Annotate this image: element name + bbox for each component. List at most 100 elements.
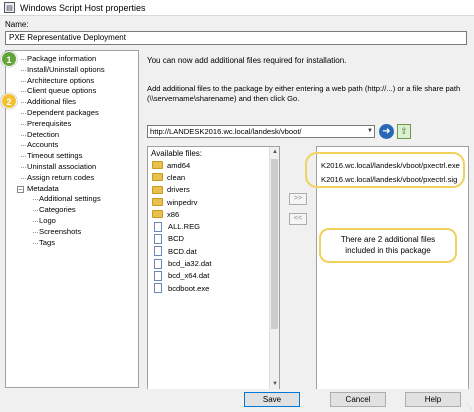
tree-item-dependent-packages[interactable]: Dependent packages	[6, 108, 138, 119]
tree-item-label: Package information	[27, 54, 97, 63]
tree-connector	[21, 123, 26, 125]
tree-item-timeout-settings[interactable]: Timeout settings	[6, 151, 138, 162]
scroll-thumb[interactable]	[271, 159, 278, 329]
folder-icon	[152, 185, 163, 194]
tree-connector	[33, 199, 38, 201]
file-name: BCD.dat	[168, 246, 197, 256]
tree-item-prerequisites[interactable]: Prerequisites	[6, 119, 138, 130]
dialog-footer	[0, 389, 474, 412]
tree-item-label: Assign return codes	[27, 172, 95, 182]
tree-connector	[21, 145, 26, 147]
tree-item-label: Additional files	[27, 97, 76, 107]
resize-grip-icon[interactable]: ⋱	[466, 403, 472, 410]
tree-connector	[21, 112, 26, 114]
callout-line-2: included in this package	[345, 246, 431, 255]
tree-item-accounts[interactable]: Accounts	[6, 140, 138, 151]
tree-item-install-uninstall-options[interactable]: Install/Uninstall options	[6, 65, 138, 76]
instruction-line-2: (\\servername\sharename) and then click …	[147, 94, 300, 103]
list-item[interactable]: winpedrv	[148, 196, 279, 208]
tree-item-label: Screenshots	[39, 226, 82, 236]
add-files-button[interactable]: >>	[289, 193, 307, 205]
window-title: Windows Script Host properties	[20, 2, 146, 13]
tree-item-additional-files[interactable]: Additional files	[6, 97, 138, 108]
vertical-scrollbar[interactable]: ▲ ▼	[269, 147, 279, 389]
file-name: clean	[167, 172, 186, 182]
file-icon	[154, 258, 162, 269]
step-badge-2: 2	[1, 93, 17, 109]
name-input[interactable]: PXE Representative Deployment	[5, 31, 467, 45]
tree-connector	[21, 59, 26, 60]
cancel-button[interactable]: Cancel	[330, 392, 386, 407]
list-item[interactable]: BCD.dat	[148, 245, 279, 257]
tree-item-label: Client queue options	[27, 86, 97, 96]
tree-connector	[21, 177, 26, 179]
help-button[interactable]: Help	[405, 392, 461, 407]
list-item[interactable]: clean	[148, 171, 279, 183]
tree-item-uninstall-association[interactable]: Uninstall association	[6, 162, 138, 173]
file-icon	[154, 221, 162, 232]
list-item[interactable]: bcd_ia32.dat	[148, 257, 279, 269]
tree-item-client-queue-options[interactable]: Client queue options	[6, 86, 138, 97]
instruction-line-1: Add additional files to the package by e…	[147, 84, 461, 93]
tree-item-logo[interactable]: Logo	[6, 216, 138, 227]
list-item[interactable]: BCD	[148, 233, 279, 245]
upload-icon: ⇧	[400, 126, 408, 136]
arrow-right-icon: ➜	[382, 126, 391, 137]
chevron-down-icon[interactable]: ▼	[365, 126, 375, 137]
file-name: bcd_ia32.dat	[168, 259, 212, 269]
intro-text: You can now add additional files require…	[147, 56, 347, 65]
folder-icon	[152, 161, 163, 170]
tree-connector	[21, 69, 26, 71]
url-input[interactable]: http://LANDESK2016.wc.local/landesk/vboo…	[147, 125, 375, 138]
tree-item-label: Detection	[27, 129, 60, 139]
go-button[interactable]: ➜	[379, 124, 394, 139]
file-icon	[154, 246, 162, 257]
list-item[interactable]: amd64	[148, 159, 279, 171]
name-label: Name:	[5, 20, 29, 29]
remove-files-button[interactable]: <<	[289, 213, 307, 225]
tree-item-assign-return-codes[interactable]: Assign return codes	[6, 173, 138, 184]
tree-connector	[21, 166, 26, 168]
tree-item-label: Additional settings	[39, 194, 101, 204]
tree-item-categories[interactable]: Categories	[6, 205, 138, 216]
tree-connector	[21, 156, 26, 158]
tree-item-label: Accounts	[27, 140, 59, 150]
tree-item-label: Timeout settings	[27, 151, 83, 161]
tree-item-label: Logo	[39, 215, 56, 225]
list-item[interactable]: x86	[148, 208, 279, 220]
callout-note: There are 2 additional files included in…	[319, 228, 457, 263]
tree-item-label: Architecture options	[27, 75, 95, 85]
available-files-list[interactable]: Available files: amd64 clean drivers win…	[147, 146, 280, 390]
list-item[interactable]: ALL.REG	[148, 220, 279, 232]
file-name: bcdboot.exe	[168, 283, 210, 293]
tree-connector	[33, 220, 38, 222]
folder-icon	[152, 198, 163, 207]
file-icon	[154, 283, 162, 294]
tree-item-package-information[interactable]: Package information	[6, 54, 138, 65]
tree-connector	[33, 231, 38, 233]
collapse-icon[interactable]: –	[17, 185, 24, 193]
tree-item-label: Install/Uninstall options	[27, 64, 105, 74]
tree-item-label: Dependent packages	[27, 107, 99, 117]
tree-item-screenshots[interactable]: Screenshots	[6, 227, 138, 238]
file-name: x86	[167, 209, 180, 219]
chevron-down-icon[interactable]: ▼	[270, 379, 279, 389]
list-item[interactable]: bcd_x64.dat	[148, 270, 279, 282]
file-name: drivers	[167, 185, 190, 195]
navigation-tree[interactable]: Package information Install/Uninstall op…	[5, 50, 139, 388]
list-item[interactable]: drivers	[148, 184, 279, 196]
tree-item-label: Prerequisites	[27, 118, 72, 128]
tree-item-additional-settings[interactable]: Additional settings	[6, 194, 138, 205]
file-name: BCD	[168, 234, 185, 244]
tree-connector	[21, 91, 26, 93]
tree-item-architecture-options[interactable]: Architecture options	[6, 76, 138, 87]
step-badge-1: 1	[1, 51, 17, 67]
tree-item-tags[interactable]: Tags	[6, 238, 138, 249]
tree-item-detection[interactable]: Detection	[6, 130, 138, 141]
file-name: winpedrv	[167, 197, 198, 207]
save-button[interactable]: Save	[244, 392, 300, 407]
list-item[interactable]: bcdboot.exe	[148, 282, 279, 294]
tree-item-metadata[interactable]: – Metadata	[6, 184, 138, 195]
chevron-up-icon[interactable]: ▲	[270, 147, 279, 157]
sharepoint-button[interactable]: ⇧	[397, 124, 411, 139]
